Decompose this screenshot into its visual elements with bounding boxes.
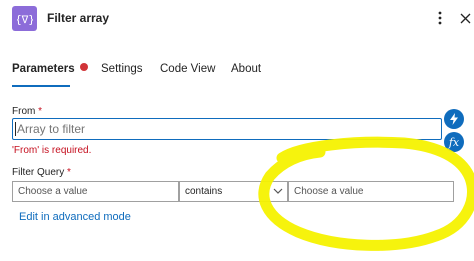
filter-left-value-input[interactable]: Choose a value [12,181,179,202]
svg-text:{∇}: {∇} [17,13,33,26]
edit-advanced-mode-link[interactable]: Edit in advanced mode [19,211,131,223]
lightning-icon[interactable] [444,109,464,129]
active-tab-indicator [12,85,70,87]
from-input[interactable] [12,118,442,140]
tab-settings[interactable]: Settings [101,63,143,75]
filter-array-icon: {∇} [12,6,37,31]
tab-about[interactable]: About [231,63,261,75]
tab-code-view[interactable]: Code View [160,63,215,75]
more-options-icon[interactable] [434,9,446,27]
filter-query-label: Filter Query * [12,167,71,178]
tab-parameters[interactable]: Parameters [12,63,88,75]
fx-icon[interactable]: fx [444,132,464,152]
close-icon[interactable] [458,9,472,27]
tab-label: Code View [160,63,216,75]
action-header: {∇} Filter array [0,0,474,40]
filter-right-value-input[interactable]: Choose a value [288,181,454,202]
text-cursor [15,122,16,136]
tab-label: Parameters [12,63,75,75]
from-error-message: 'From' is required. [12,145,92,156]
from-label: From * [12,106,43,117]
error-indicator-icon [79,63,88,71]
tab-label: About [231,63,262,75]
chevron-down-icon [273,188,283,194]
tab-label: Settings [101,63,143,75]
action-title: Filter array [47,11,110,25]
